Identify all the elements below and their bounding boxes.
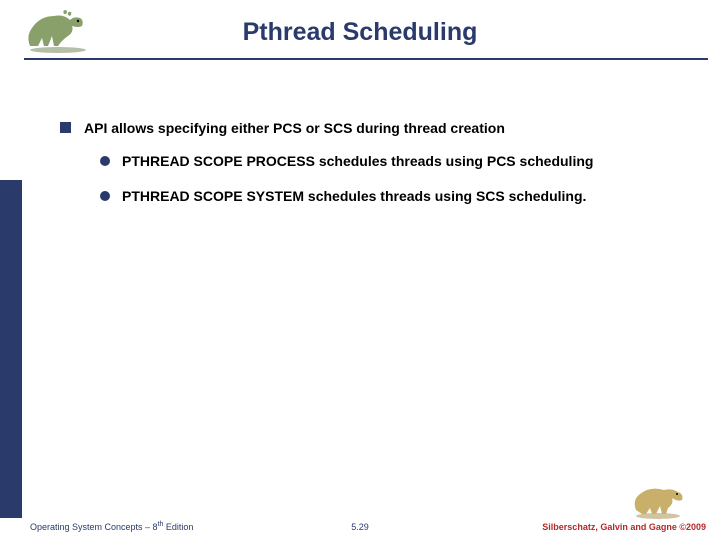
- footer-page-number: 5.29: [351, 522, 369, 532]
- bullet-text: API allows specifying either PCS or SCS …: [84, 120, 505, 136]
- content-area: API allows specifying either PCS or SCS …: [60, 120, 680, 222]
- footer-copyright: Silberschatz, Galvin and Gagne ©2009: [542, 522, 706, 532]
- slide: Pthread Scheduling API allows specifying…: [0, 0, 720, 540]
- bullet-text: PTHREAD SCOPE PROCESS schedules threads …: [122, 153, 593, 169]
- dinosaur-bottom-icon: [630, 480, 690, 520]
- bullet-level1: API allows specifying either PCS or SCS …: [60, 120, 680, 137]
- bullet-level2: PTHREAD SCOPE PROCESS schedules threads …: [100, 153, 680, 170]
- footer-left-text: Operating System Concepts – 8th Edition: [30, 521, 193, 532]
- header: Pthread Scheduling: [0, 0, 720, 60]
- bullet-text: PTHREAD SCOPE SYSTEM schedules threads u…: [122, 188, 586, 204]
- dinosaur-top-icon: [18, 6, 98, 54]
- bullet-level2: PTHREAD SCOPE SYSTEM schedules threads u…: [100, 188, 680, 205]
- slide-title: Pthread Scheduling: [0, 0, 720, 47]
- footer-edition: Edition: [163, 522, 193, 532]
- footer: Operating System Concepts – 8th Edition …: [0, 516, 720, 534]
- footer-book: Operating System Concepts – 8: [30, 522, 158, 532]
- title-underline: [24, 58, 708, 60]
- left-sidebar-accent: [0, 180, 22, 518]
